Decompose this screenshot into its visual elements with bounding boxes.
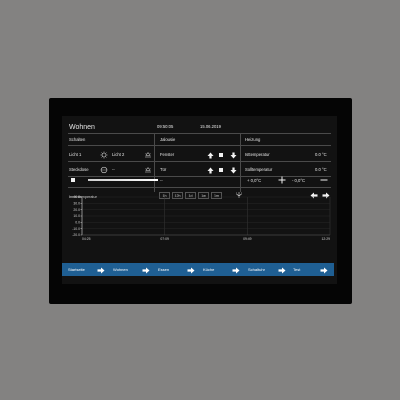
steckdose-value: --: [112, 167, 115, 172]
ist-temperature-label: Isttemperatur: [245, 152, 270, 157]
setpoint-plus-value: + 0,0°C: [247, 178, 262, 183]
light2-label: Licht 2: [112, 152, 125, 157]
clock-time: 09:50:05: [157, 124, 174, 129]
divider: [68, 176, 331, 177]
arrow-right-icon: [278, 266, 286, 274]
divider: [68, 145, 331, 146]
lightbulb-icon[interactable]: [144, 166, 152, 174]
setpoint-minus-value: - 0,0°C: [292, 178, 306, 183]
soll-temperature-value: 0.0 °C: [315, 167, 327, 172]
y-tick-label: 0.0: [75, 221, 80, 225]
divider: [68, 133, 331, 134]
nav-label: Schaltuhr: [248, 267, 265, 272]
arrow-up-icon[interactable]: [206, 166, 214, 174]
nav-item-test[interactable]: Test: [293, 263, 300, 276]
nav-label: Wohnen: [113, 267, 128, 272]
divider: [68, 161, 331, 162]
column-divider: [154, 134, 155, 192]
nav-label: Küche: [203, 267, 215, 272]
arrow-right-icon: [320, 266, 328, 274]
soll-temperature-label: Solltemperatur: [245, 167, 273, 172]
y-tick-label: 30.0: [73, 202, 80, 206]
touch-panel-screen: Wohnen 09:50:05 15.06.2019 Schalten Jalo…: [62, 116, 337, 284]
stop-button[interactable]: [219, 153, 223, 157]
arrow-right-icon: [232, 266, 240, 274]
y-tick-label: -10.0: [72, 227, 80, 231]
nav-item-startseite[interactable]: Startseite: [68, 263, 85, 276]
nav-item-essen[interactable]: Essen: [158, 263, 169, 276]
lightbulb-icon[interactable]: [100, 151, 108, 159]
arrow-down-icon[interactable]: [229, 151, 237, 159]
nav-label: Startseite: [68, 267, 85, 272]
nav-item-wohnen[interactable]: Wohnen: [113, 263, 128, 276]
arrow-right-icon: [97, 266, 105, 274]
x-tick-label: 12:29: [322, 237, 331, 241]
y-tick-label: 20.0: [73, 208, 80, 212]
nav-label: Essen: [158, 267, 170, 272]
x-tick-label: 09:49: [243, 237, 252, 241]
temperature-chart: 04:25 07:09 09:49 12:29 40.0 30.0 20.0 10.0 0.0 -…: [72, 195, 331, 241]
column-divider: [240, 134, 241, 192]
y-tick-label: 40.0: [73, 195, 80, 199]
y-tick-label: -20.0: [72, 233, 80, 237]
jalousie-fenster-label: Fenster: [160, 152, 175, 157]
light1-label: Licht 1: [69, 152, 82, 157]
section-heizung: Heizung: [245, 137, 261, 142]
nav-item-schaltuhr[interactable]: Schaltuhr: [248, 263, 265, 276]
jalousie-tuer-label: Tür: [160, 167, 167, 172]
nav-item-kueche[interactable]: Küche: [203, 263, 214, 276]
dimmer-value: --: [160, 178, 163, 183]
clock-date: 15.06.2019: [200, 124, 221, 129]
lightbulb-icon[interactable]: [144, 151, 152, 159]
divider: [68, 187, 331, 188]
arrow-down-icon[interactable]: [229, 166, 237, 174]
x-tick-label: 04:25: [82, 237, 91, 241]
navigation-bar: Startseite Wohnen Essen Küche Schaltuhr …: [62, 263, 334, 276]
steckdose-label: Steckdose: [69, 167, 89, 172]
section-schalten: Schalten: [69, 137, 86, 142]
section-jalousie: Jalousie: [160, 137, 176, 142]
y-tick-label: 10.0: [73, 214, 80, 218]
dimmer-off-button[interactable]: [71, 178, 75, 182]
arrow-up-icon[interactable]: [206, 151, 214, 159]
minus-icon[interactable]: [320, 176, 328, 184]
page-title: Wohnen: [69, 124, 95, 131]
ist-temperature-value: 0.0 °C: [315, 152, 327, 157]
arrow-right-icon: [142, 266, 150, 274]
dimmer-slider[interactable]: [88, 179, 158, 181]
power-socket-icon[interactable]: [100, 166, 108, 174]
x-tick-label: 07:09: [160, 237, 169, 241]
stop-button[interactable]: [219, 168, 223, 172]
nav-label: Test: [293, 267, 301, 272]
arrow-right-icon: [187, 266, 195, 274]
plus-icon[interactable]: [278, 176, 286, 184]
